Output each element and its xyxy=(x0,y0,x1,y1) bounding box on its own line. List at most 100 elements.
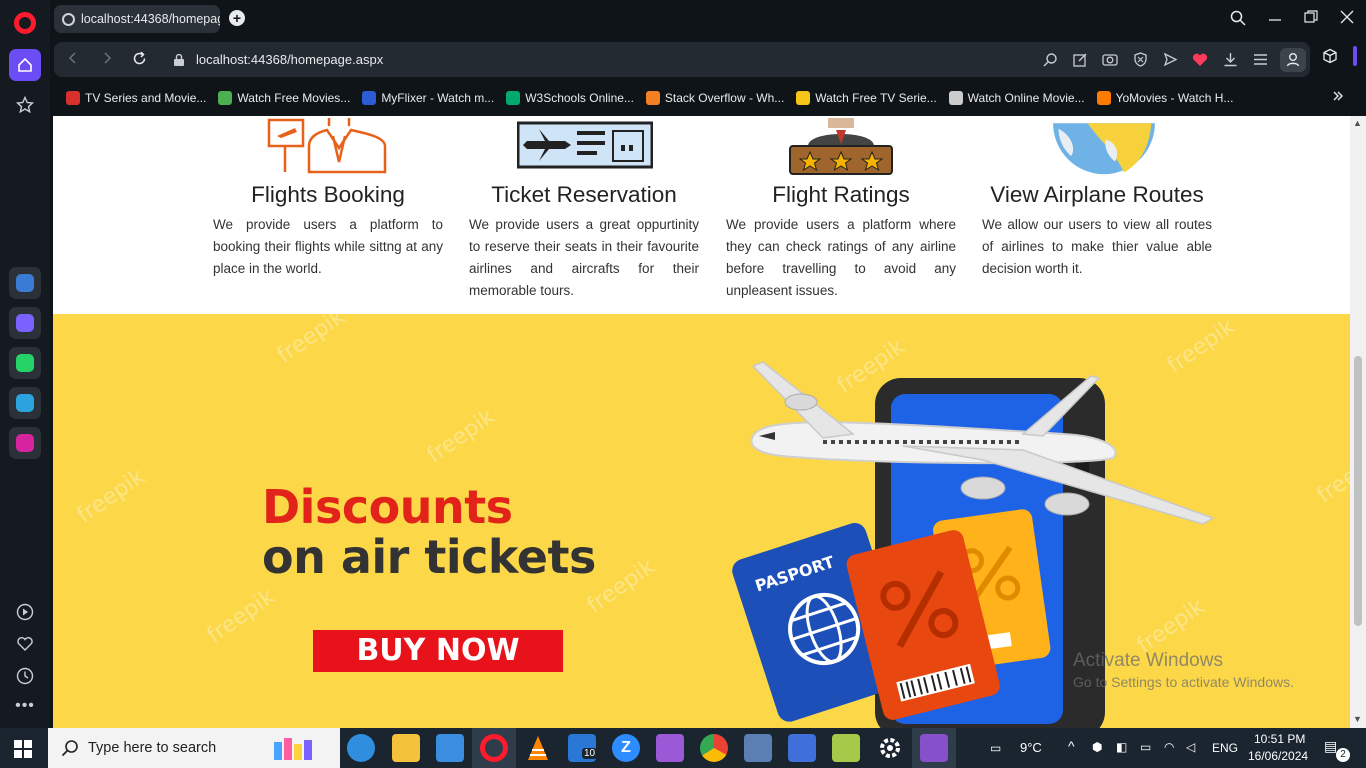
history-icon[interactable] xyxy=(9,660,41,692)
bookmark-item[interactable]: Stack Overflow - Wh... xyxy=(645,90,785,105)
globe-routes-illustration-icon xyxy=(1053,123,1155,175)
shield-icon[interactable] xyxy=(1132,52,1148,68)
copilot-icon[interactable] xyxy=(788,734,816,762)
more-icon[interactable]: ••• xyxy=(9,690,41,722)
heart-icon[interactable] xyxy=(9,628,41,660)
file-explorer-icon[interactable] xyxy=(392,734,420,762)
bookmark-favicon-icon xyxy=(362,90,377,105)
whatsapp-icon[interactable] xyxy=(9,347,41,379)
page-viewport[interactable]: Flights Booking We provide users a platf… xyxy=(53,116,1366,728)
bookmarks-bar: TV Series and Movie... Watch Free Movies… xyxy=(50,81,1366,114)
news-widget-icon[interactable]: ▭ xyxy=(990,741,1001,755)
clock-time[interactable]: 10:51 PM xyxy=(1254,732,1305,746)
opera-taskbar-icon[interactable] xyxy=(480,734,508,762)
home-icon[interactable] xyxy=(9,49,41,81)
screen: ••• localhost:44368/homepag + localhost:… xyxy=(0,0,1366,768)
close-button[interactable] xyxy=(1340,10,1354,29)
chevron-up-icon[interactable]: ^ xyxy=(1068,738,1075,754)
battery-icon[interactable]: ▭ xyxy=(1140,740,1151,754)
bookmark-label: YoMovies - Watch H... xyxy=(1115,90,1234,105)
reload-icon[interactable] xyxy=(132,51,147,71)
meet-icon[interactable]: ◧ xyxy=(1116,740,1127,754)
telegram-icon-glyph xyxy=(16,394,34,412)
bookmark-label: Watch Free TV Serie... xyxy=(815,90,937,105)
buy-now-button[interactable]: BUY NOW xyxy=(313,630,563,672)
bookmark-favicon-icon xyxy=(66,90,80,105)
forward-icon[interactable] xyxy=(100,51,114,70)
feature-title: Ticket Reservation xyxy=(491,182,677,207)
download-icon[interactable] xyxy=(1222,52,1238,68)
new-tab-button[interactable]: + xyxy=(229,10,245,26)
scroll-up-icon[interactable]: ▲ xyxy=(1353,118,1362,128)
watermark: freepik xyxy=(72,464,150,529)
bookmark-item[interactable]: Watch Free Movies... xyxy=(218,90,351,105)
chrome-icon[interactable] xyxy=(700,734,728,762)
scrollbar-thumb[interactable] xyxy=(1354,356,1362,626)
aria-icon[interactable] xyxy=(9,267,41,299)
weather-text[interactable]: 9°C xyxy=(1020,740,1042,755)
lock-icon[interactable] xyxy=(174,53,184,66)
bookmark-item[interactable]: MyFlixer - Watch m... xyxy=(362,90,494,105)
features-section: Flights Booking We provide users a platf… xyxy=(53,116,1350,314)
visual-studio-icon[interactable] xyxy=(920,734,948,762)
telegram-icon[interactable] xyxy=(9,387,41,419)
bookmark-favicon-icon xyxy=(506,90,521,105)
my-flow-heart-icon[interactable] xyxy=(1192,52,1208,68)
remote-desktop-icon[interactable] xyxy=(744,734,772,762)
page-search-icon[interactable] xyxy=(1042,52,1058,68)
network-drive-icon[interactable]: ⬢ xyxy=(1092,740,1102,754)
instagram-icon-glyph xyxy=(16,434,34,452)
activate-title: Activate Windows xyxy=(1073,650,1223,671)
send-icon[interactable] xyxy=(1162,52,1178,68)
bookmark-item[interactable]: Watch Free TV Serie... xyxy=(796,90,937,105)
edit-icon[interactable] xyxy=(1072,52,1088,68)
bookmark-label: Stack Overflow - Wh... xyxy=(664,90,785,105)
opera-logo-icon[interactable] xyxy=(14,12,36,34)
restore-button[interactable] xyxy=(1304,10,1318,29)
messenger-icon-glyph xyxy=(16,314,34,332)
bookmark-item[interactable]: W3Schools Online... xyxy=(506,90,634,105)
vlc-icon[interactable] xyxy=(524,734,552,762)
taskbar-search-input[interactable]: Type here to search xyxy=(48,728,340,768)
mail-icon[interactable]: 10 xyxy=(568,734,598,762)
star-icon[interactable] xyxy=(9,89,41,121)
wifi-icon[interactable]: ◠ xyxy=(1164,740,1174,754)
feature-title: Flight Ratings xyxy=(772,182,910,207)
visual-studio-code-icon[interactable] xyxy=(656,734,684,762)
vertical-scrollbar[interactable]: ▲ ▼ xyxy=(1350,116,1366,728)
volume-icon[interactable]: ◁ xyxy=(1186,740,1195,754)
profile-button[interactable] xyxy=(1280,48,1306,72)
watermark: freepik xyxy=(202,584,280,649)
activate-windows-watermark: Activate Windows Go to Settings to activ… xyxy=(1073,650,1294,690)
feature-description: We provide users a great oppurtinity to … xyxy=(469,217,699,298)
player-icon[interactable] xyxy=(9,596,41,628)
language-indicator[interactable]: ENG xyxy=(1212,741,1238,755)
easy-setup-icon[interactable] xyxy=(1252,52,1268,68)
extensions-icon[interactable] xyxy=(1322,48,1338,64)
mail-badge: 10 xyxy=(582,748,598,759)
windows-start-icon[interactable] xyxy=(14,740,32,758)
bookmark-item[interactable]: Watch Online Movie... xyxy=(948,90,1085,105)
settings-gear-icon[interactable] xyxy=(876,734,904,762)
bookmark-item[interactable]: TV Series and Movie... xyxy=(66,90,206,105)
minimize-button[interactable] xyxy=(1268,10,1282,29)
chevron-double-right-icon[interactable] xyxy=(1332,89,1344,105)
camera-icon[interactable] xyxy=(1102,52,1118,68)
search-icon xyxy=(61,740,78,757)
address-field-container: localhost:44368/homepage.aspx xyxy=(54,42,1310,77)
clock-date[interactable]: 16/06/2024 xyxy=(1248,749,1308,763)
scroll-down-icon[interactable]: ▼ xyxy=(1353,714,1362,724)
instagram-icon[interactable] xyxy=(9,427,41,459)
bookmark-item[interactable]: YoMovies - Watch H... xyxy=(1096,90,1234,105)
bookmark-label: Watch Online Movie... xyxy=(967,90,1085,105)
edge-icon[interactable] xyxy=(347,734,375,762)
tab-homepage[interactable]: localhost:44368/homepag xyxy=(54,5,220,33)
tools-icon[interactable] xyxy=(832,734,860,762)
search-tabs-icon[interactable] xyxy=(1230,10,1246,31)
bookmark-label: Watch Free Movies... xyxy=(237,90,351,105)
store-icon[interactable] xyxy=(436,734,464,762)
messenger-icon[interactable] xyxy=(9,307,41,339)
back-icon[interactable] xyxy=(66,51,80,70)
zoom-icon[interactable]: Z xyxy=(612,734,640,762)
url-input[interactable]: localhost:44368/homepage.aspx xyxy=(196,52,383,67)
